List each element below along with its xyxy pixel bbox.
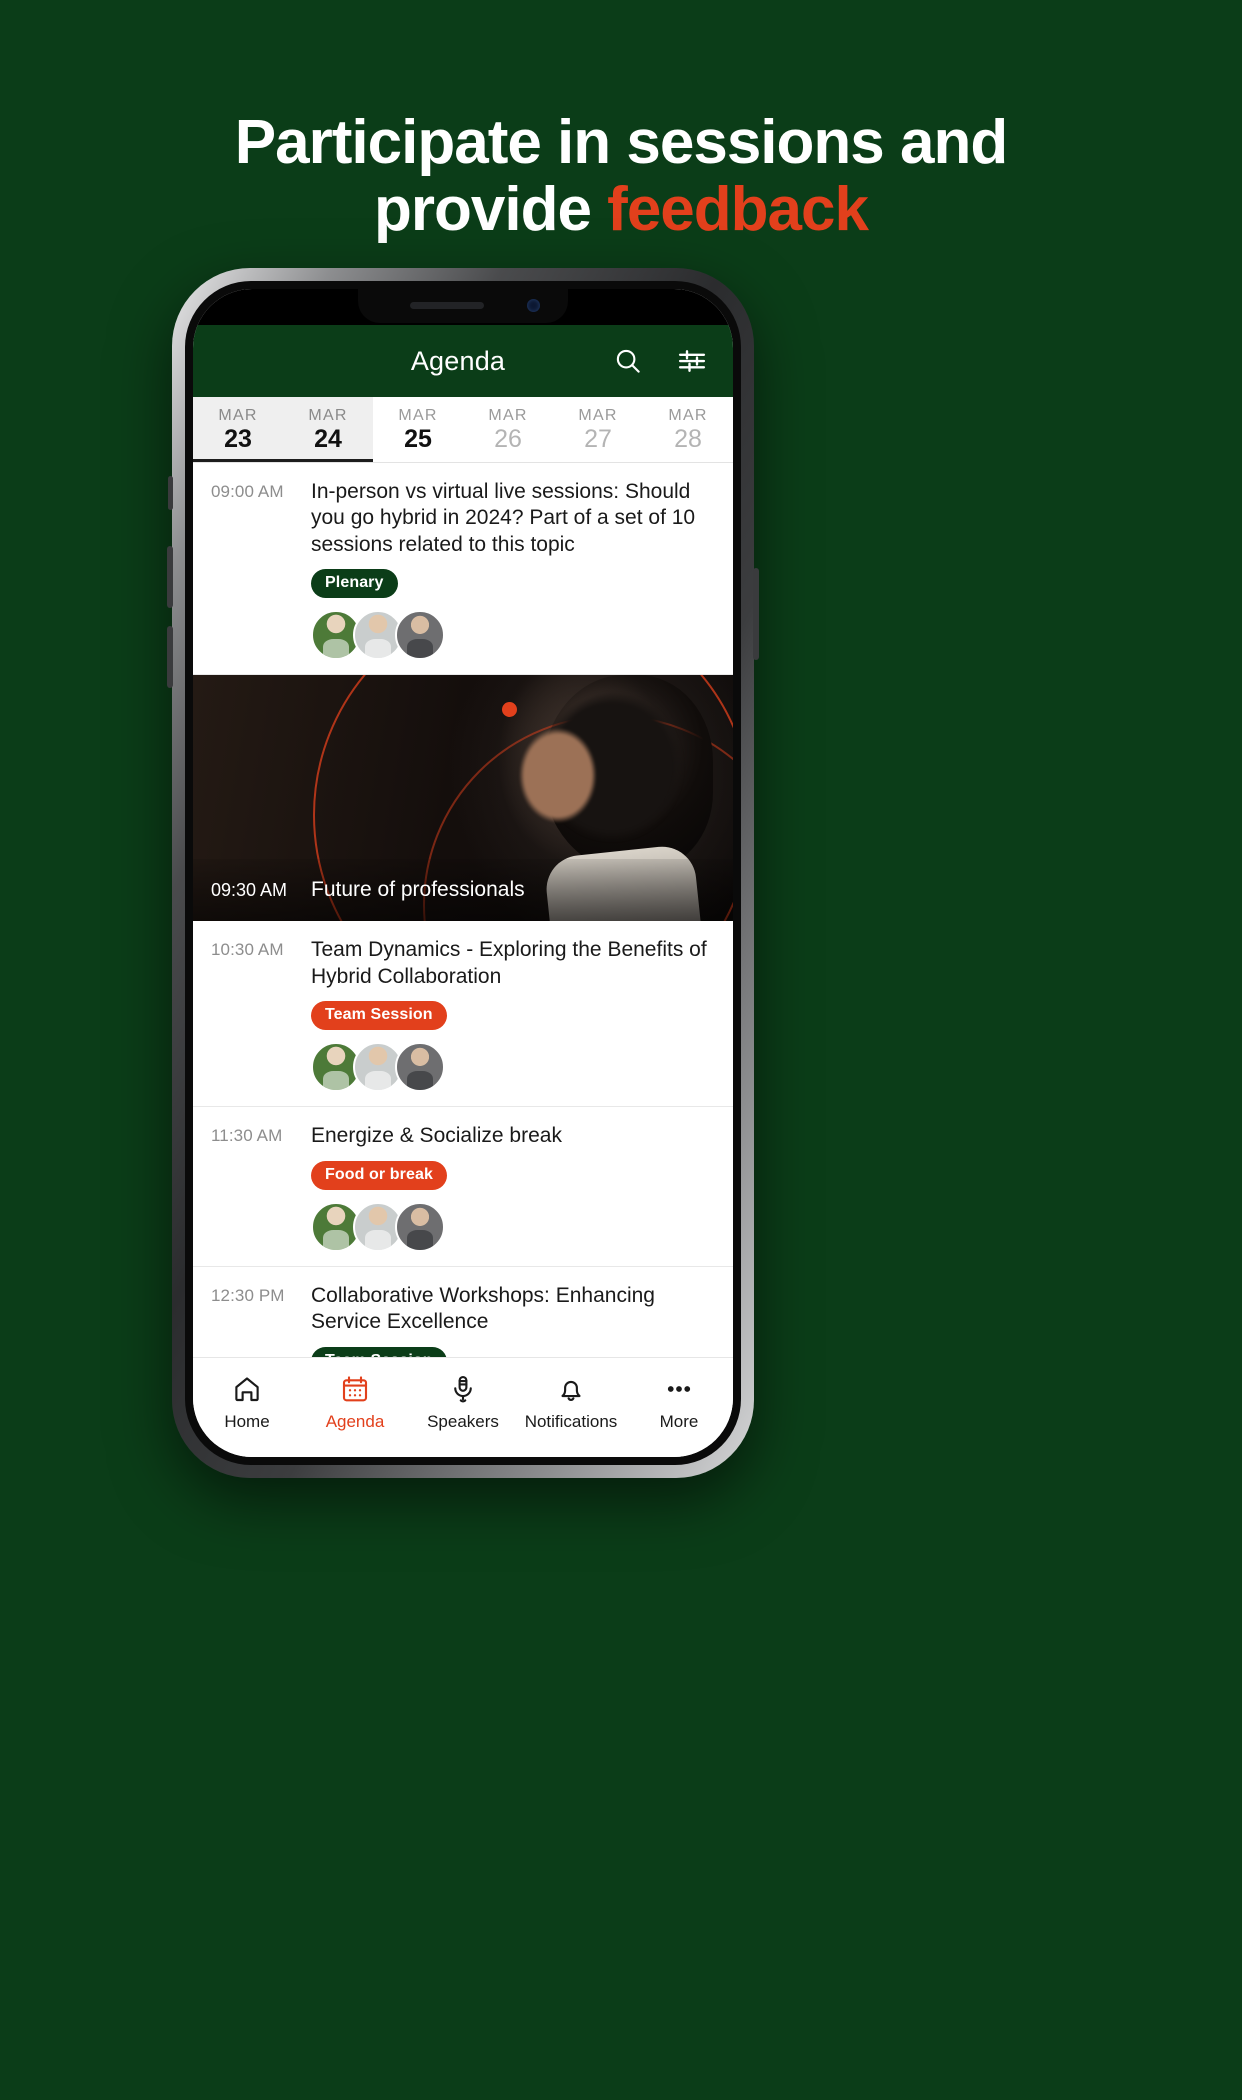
date-month: MAR <box>668 407 708 425</box>
session-list: 09:00 AM In-person vs virtual live sessi… <box>193 463 733 1391</box>
phone-notch <box>358 289 568 323</box>
avatar[interactable] <box>395 1201 445 1252</box>
session-title: Collaborative Workshops: Enhancing Servi… <box>311 1283 655 1334</box>
nav-item-agenda[interactable]: Agenda <box>301 1373 409 1432</box>
promo-screenshot: Participate in sessions and provide feed… <box>0 0 1242 2100</box>
date-tab-5[interactable]: MAR 28 <box>643 397 733 462</box>
session-title: Team Dynamics - Exploring the Benefits o… <box>311 938 707 988</box>
mute-switch[interactable] <box>168 476 173 510</box>
earpiece-speaker <box>410 302 484 309</box>
nav-label: Notifications <box>524 1412 618 1431</box>
date-day: 25 <box>404 425 432 454</box>
session-body: Team Dynamics - Exploring the Benefits o… <box>307 937 715 1093</box>
nav-label: Home <box>224 1412 270 1431</box>
session-row[interactable]: 11:30 AM Energize & Socialize break Food… <box>193 1107 733 1267</box>
date-month: MAR <box>398 407 438 425</box>
power-button[interactable] <box>753 568 759 660</box>
session-body: Energize & Socialize break Food or break <box>307 1123 715 1252</box>
session-time: 09:30 AM <box>211 879 288 900</box>
date-tab-3[interactable]: MAR 26 <box>463 397 553 462</box>
session-time: 09:00 AM <box>211 482 284 501</box>
volume-up-button[interactable] <box>167 546 173 608</box>
session-title: Future of professionals <box>311 878 525 902</box>
featured-session-row[interactable]: 09:30 AM Future of professionals <box>193 675 733 922</box>
date-month: MAR <box>578 407 618 425</box>
date-selector[interactable]: MAR 23 MAR 24 MAR 25 MAR 26 MAR 27 MAR 2… <box>193 397 733 463</box>
status-badge: Plenary <box>311 569 398 599</box>
nav-item-home[interactable]: Home <box>193 1373 301 1432</box>
date-month: MAR <box>308 407 348 425</box>
speaker-avatars[interactable] <box>311 610 715 661</box>
date-day: 28 <box>674 425 702 454</box>
session-body: In-person vs virtual live sessions: Shou… <box>307 479 715 661</box>
headline-accent: feedback <box>607 174 869 244</box>
calendar-icon <box>340 1373 370 1405</box>
phone-mockup: Agenda MAR 23 MAR 24 MAR 25 MAR 26 MAR 2… <box>167 268 759 1478</box>
bottom-navigation: Home Agenda Speakers Notifications More <box>193 1357 733 1457</box>
search-icon[interactable] <box>609 342 647 380</box>
date-tab-0[interactable]: MAR 23 <box>193 397 283 462</box>
date-month: MAR <box>218 407 258 425</box>
nav-item-more[interactable]: More <box>625 1373 733 1432</box>
app-header: Agenda <box>193 325 733 397</box>
date-month: MAR <box>488 407 528 425</box>
date-day: 23 <box>224 425 252 454</box>
date-tab-2[interactable]: MAR 25 <box>373 397 463 462</box>
front-camera-icon <box>527 299 540 312</box>
header-actions <box>609 342 711 380</box>
speaker-avatars[interactable] <box>311 1042 715 1093</box>
session-row[interactable]: 10:30 AM Team Dynamics - Exploring the B… <box>193 921 733 1108</box>
nav-label: More <box>659 1412 699 1431</box>
session-time: 10:30 AM <box>211 940 284 960</box>
status-badge: Food or break <box>311 1160 447 1190</box>
filter-sliders-icon[interactable] <box>673 342 711 380</box>
date-day: 26 <box>494 425 522 454</box>
nav-label: Agenda <box>325 1412 385 1431</box>
featured-caption: 09:30 AM Future of professionals <box>193 859 733 922</box>
microphone-icon <box>448 1373 478 1405</box>
status-badge: Team Session <box>311 1001 447 1031</box>
date-tab-4[interactable]: MAR 27 <box>553 397 643 462</box>
date-day: 24 <box>314 425 342 454</box>
date-tab-1[interactable]: MAR 24 <box>283 397 373 462</box>
session-title: Energize & Socialize break <box>311 1124 562 1148</box>
headline-line-1: Participate in sessions and <box>234 108 1008 177</box>
avatar[interactable] <box>395 1042 445 1093</box>
ellipsis-icon <box>664 1373 694 1405</box>
headline-plain: provide <box>374 174 608 244</box>
phone-bezel: Agenda MAR 23 MAR 24 MAR 25 MAR 26 MAR 2… <box>185 281 741 1465</box>
nav-label: Speakers <box>427 1412 499 1431</box>
phone-screen: Agenda MAR 23 MAR 24 MAR 25 MAR 26 MAR 2… <box>193 289 733 1457</box>
nav-item-notifications[interactable]: Notifications <box>517 1373 625 1432</box>
session-row[interactable]: 09:00 AM In-person vs virtual live sessi… <box>193 463 733 676</box>
bell-icon <box>556 1373 586 1405</box>
volume-down-button[interactable] <box>167 626 173 688</box>
session-time: 11:30 AM <box>211 1126 283 1146</box>
speaker-avatars[interactable] <box>311 1201 715 1252</box>
page-title: Participate in sessions and provide feed… <box>0 108 1242 244</box>
date-day: 27 <box>584 425 612 454</box>
avatar[interactable] <box>395 610 445 661</box>
nav-item-speakers[interactable]: Speakers <box>409 1373 517 1432</box>
session-title: In-person vs virtual live sessions: Shou… <box>311 480 696 556</box>
headline-line-2: provide feedback <box>0 174 1242 244</box>
app-title: Agenda <box>410 345 506 376</box>
home-icon <box>232 1373 262 1405</box>
